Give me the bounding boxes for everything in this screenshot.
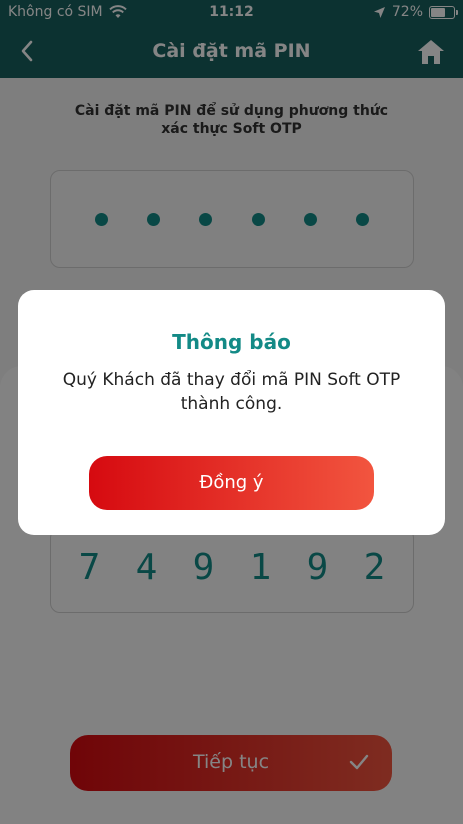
dialog-title: Thông báo (172, 330, 291, 354)
dialog-message: Quý Khách đã thay đổi mã PIN Soft OTP th… (62, 370, 401, 414)
notification-dialog: Thông báo Quý Khách đã thay đổi mã PIN S… (18, 290, 445, 535)
confirm-button[interactable]: Đồng ý (89, 456, 374, 510)
